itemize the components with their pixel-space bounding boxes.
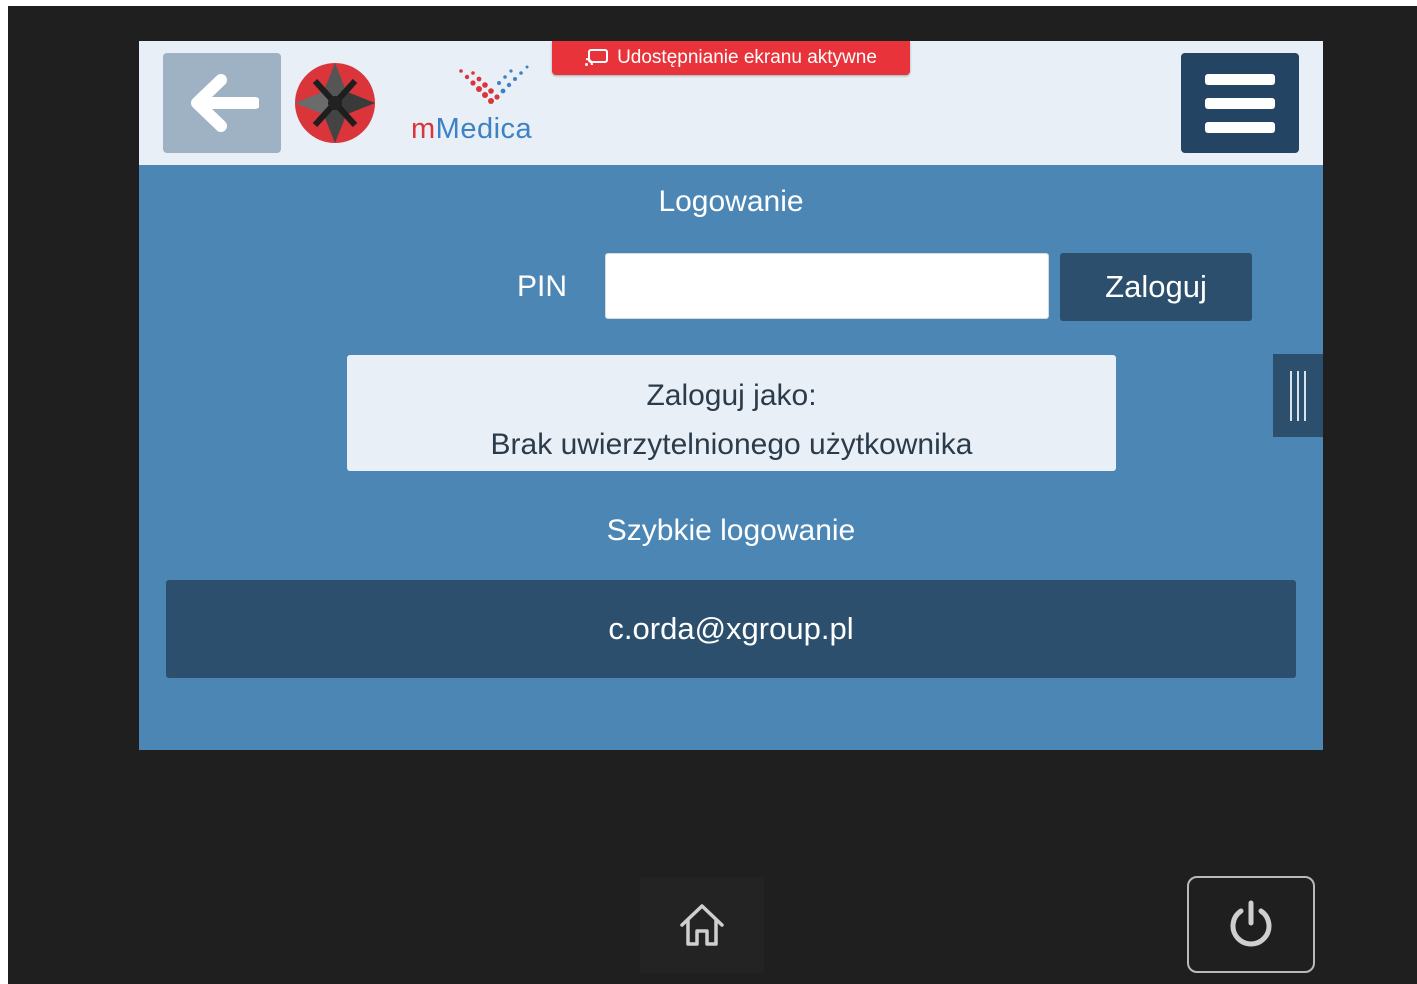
hamburger-menu-bar — [1205, 121, 1275, 133]
quick-login-title: Szybkie logowanie — [606, 514, 856, 547]
pin-label: PIN — [517, 270, 568, 303]
x-logo — [295, 63, 375, 143]
app-header: mMedica Udostępnianie ekranu aktywne — [139, 41, 1323, 165]
hamburger-menu-bar — [1205, 97, 1275, 109]
login-title: Logowanie — [658, 185, 804, 218]
panel-handle-icon — [1290, 370, 1292, 421]
login-as-label: Zaloguj jako: — [646, 379, 817, 412]
screen-share-banner: Udostępnianie ekranu aktywne — [552, 41, 910, 75]
side-panel-handle[interactable] — [1273, 354, 1323, 437]
cast-icon — [585, 49, 609, 66]
panel-handle-line — [1297, 370, 1299, 421]
home-icon — [680, 904, 724, 946]
power-icon — [1230, 900, 1272, 946]
mmedica-wordmark: mMedica — [411, 113, 533, 145]
arrow-left-icon — [191, 74, 259, 132]
back-button[interactable] — [163, 53, 281, 153]
screen-share-text: Udostępnianie ekranu aktywne — [617, 47, 877, 68]
pin-input[interactable] — [605, 253, 1049, 319]
login-button[interactable]: Zaloguj — [1060, 253, 1252, 321]
quick-login-user-button[interactable]: c.orda@xgroup.pl — [166, 580, 1296, 678]
app-screen: mMedica Udostępnianie ekranu aktywne Log… — [139, 41, 1323, 750]
panel-handle-line — [1304, 370, 1306, 421]
login-as-user: Brak uwierzytelnionego użytkownika — [490, 428, 973, 461]
hamburger-menu-icon — [1205, 73, 1275, 85]
login-as-box[interactable]: Zaloguj jako: Brak uwierzytelnionego uży… — [347, 355, 1116, 471]
hamburger-menu-button[interactable] — [1181, 53, 1299, 153]
home-button[interactable] — [640, 877, 764, 973]
device-frame: mMedica Udostępnianie ekranu aktywne Log… — [8, 6, 1417, 984]
power-button[interactable] — [1187, 876, 1315, 973]
